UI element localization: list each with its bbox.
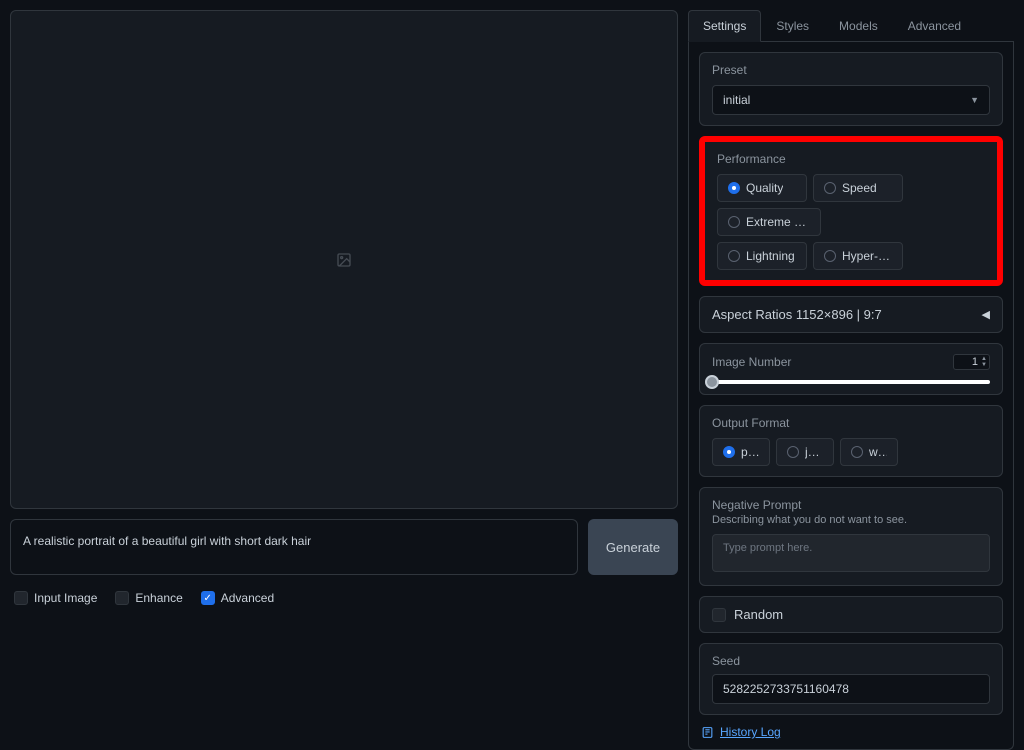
tab-styles[interactable]: Styles	[761, 10, 824, 41]
radio-label: jpeg	[805, 445, 823, 459]
preset-value: initial	[723, 93, 750, 107]
output-format-png[interactable]: png	[712, 438, 770, 466]
checkbox-label: Enhance	[135, 591, 182, 605]
output-format-webp[interactable]: webp	[840, 438, 898, 466]
seed-value[interactable]: 5282252733751160478	[712, 674, 990, 704]
preset-section: Preset initial ▼	[699, 52, 1003, 126]
radio-label: Hyper-SD	[842, 249, 892, 263]
radio-label: png	[741, 445, 759, 459]
tab-advanced[interactable]: Advanced	[893, 10, 976, 41]
image-number-input[interactable]	[960, 356, 978, 368]
radio-label: Quality	[746, 181, 783, 195]
history-log-link[interactable]: History Log	[699, 725, 1003, 739]
checkbox-label: Input Image	[34, 591, 97, 605]
generate-button[interactable]: Generate	[588, 519, 678, 575]
seed-section: Seed 5282252733751160478	[699, 643, 1003, 715]
negative-prompt-label: Negative Prompt	[712, 498, 990, 512]
radio-icon	[851, 446, 863, 458]
seed-label: Seed	[712, 654, 990, 668]
radio-icon	[824, 250, 836, 262]
checkbox-icon	[115, 591, 129, 605]
checkbox-label: Advanced	[221, 591, 274, 605]
image-placeholder-icon	[336, 252, 352, 268]
number-stepper[interactable]: ▲ ▼	[981, 356, 987, 368]
advanced-checkbox[interactable]: Advanced	[201, 591, 274, 605]
negative-prompt-section: Negative Prompt Describing what you do n…	[699, 487, 1003, 586]
tab-models[interactable]: Models	[824, 10, 893, 41]
image-number-slider[interactable]	[712, 380, 990, 384]
aspect-ratio-label: Aspect Ratios 1152×896 | 9:7	[712, 307, 882, 322]
notebook-icon	[701, 726, 714, 739]
image-number-input-wrap[interactable]: ▲ ▼	[953, 354, 990, 370]
performance-section: Performance Quality Speed Extreme Speed	[699, 136, 1003, 286]
output-format-label: Output Format	[712, 416, 990, 430]
radio-icon	[824, 182, 836, 194]
radio-icon	[723, 446, 735, 458]
radio-icon	[728, 216, 740, 228]
input-image-checkbox[interactable]: Input Image	[14, 591, 97, 605]
prompt-input[interactable]	[10, 519, 578, 575]
radio-label: Extreme Speed	[746, 215, 810, 229]
chevron-down-icon: ▼	[970, 95, 979, 105]
performance-option-hyper-sd[interactable]: Hyper-SD	[813, 242, 903, 270]
image-number-section: Image Number ▲ ▼	[699, 343, 1003, 395]
performance-option-lightning[interactable]: Lightning	[717, 242, 807, 270]
checkbox-icon	[201, 591, 215, 605]
performance-option-speed[interactable]: Speed	[813, 174, 903, 202]
negative-prompt-input[interactable]	[712, 534, 990, 572]
radio-icon	[728, 250, 740, 262]
radio-label: Speed	[842, 181, 877, 195]
performance-option-quality[interactable]: Quality	[717, 174, 807, 202]
preset-select[interactable]: initial ▼	[712, 85, 990, 115]
negative-prompt-description: Describing what you do not want to see.	[712, 514, 990, 526]
chevron-left-icon: ◀	[982, 308, 990, 321]
output-format-section: Output Format png jpeg webp	[699, 405, 1003, 477]
chevron-down-icon[interactable]: ▼	[981, 362, 987, 368]
radio-icon	[728, 182, 740, 194]
radio-label: Lightning	[746, 249, 795, 263]
performance-label: Performance	[717, 152, 985, 166]
checkbox-icon	[14, 591, 28, 605]
image-preview-area	[10, 10, 678, 509]
output-format-jpeg[interactable]: jpeg	[776, 438, 834, 466]
radio-icon	[787, 446, 799, 458]
settings-tabs: Settings Styles Models Advanced	[688, 10, 1014, 42]
history-log-label: History Log	[720, 725, 781, 739]
aspect-ratio-section[interactable]: Aspect Ratios 1152×896 | 9:7 ◀	[699, 296, 1003, 333]
tab-settings[interactable]: Settings	[688, 10, 761, 42]
enhance-checkbox[interactable]: Enhance	[115, 591, 182, 605]
preset-label: Preset	[712, 63, 990, 77]
radio-label: webp	[869, 445, 887, 459]
slider-thumb[interactable]	[705, 375, 719, 389]
performance-option-extreme-speed[interactable]: Extreme Speed	[717, 208, 821, 236]
image-number-label: Image Number	[712, 355, 791, 369]
